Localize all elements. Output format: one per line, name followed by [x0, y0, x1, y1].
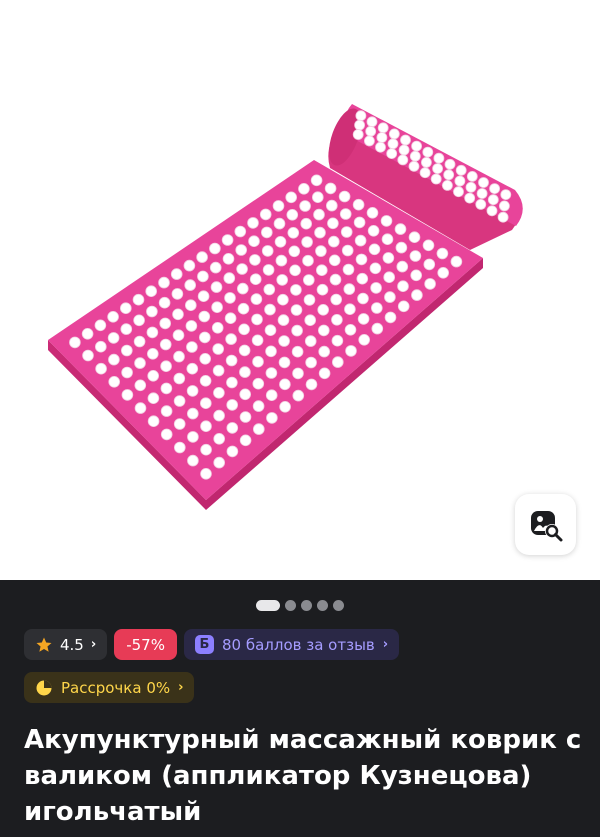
pagination-dot[interactable]: [333, 599, 344, 611]
badges-row: 4.5 › -57% Б 80 баллов за отзыв ›: [24, 629, 400, 660]
product-image: [48, 104, 523, 510]
product-image-gallery[interactable]: [0, 0, 600, 580]
pagination-dot[interactable]: [301, 599, 312, 611]
rating-chip[interactable]: 4.5 ›: [24, 629, 108, 660]
image-search-icon: [530, 510, 562, 541]
gallery-pagination: [0, 599, 600, 611]
star-icon: [36, 637, 52, 652]
discount-badge: -57%: [114, 629, 177, 660]
chevron-right-icon: ›: [178, 680, 184, 695]
discount-label: -57%: [126, 635, 165, 654]
review-points-chip[interactable]: Б 80 баллов за отзыв ›: [183, 629, 400, 660]
product-title: Акупунктурный массажный коврик с валиком…: [24, 725, 582, 827]
review-points-label: 80 баллов за отзыв: [221, 635, 375, 654]
points-badge-icon: Б: [194, 635, 214, 654]
installment-chip[interactable]: Рассрочка 0% ›: [24, 672, 195, 703]
pagination-dot[interactable]: [317, 599, 328, 611]
pagination-dot[interactable]: [285, 599, 296, 611]
image-search-button[interactable]: [515, 494, 576, 555]
pie-chart-icon: [36, 680, 52, 695]
pagination-dot[interactable]: [256, 599, 280, 611]
chevron-right-icon: ›: [382, 637, 389, 652]
installment-label: Рассрочка 0%: [61, 678, 171, 697]
rating-value: 4.5: [60, 635, 84, 654]
chevron-right-icon: ›: [90, 637, 97, 652]
